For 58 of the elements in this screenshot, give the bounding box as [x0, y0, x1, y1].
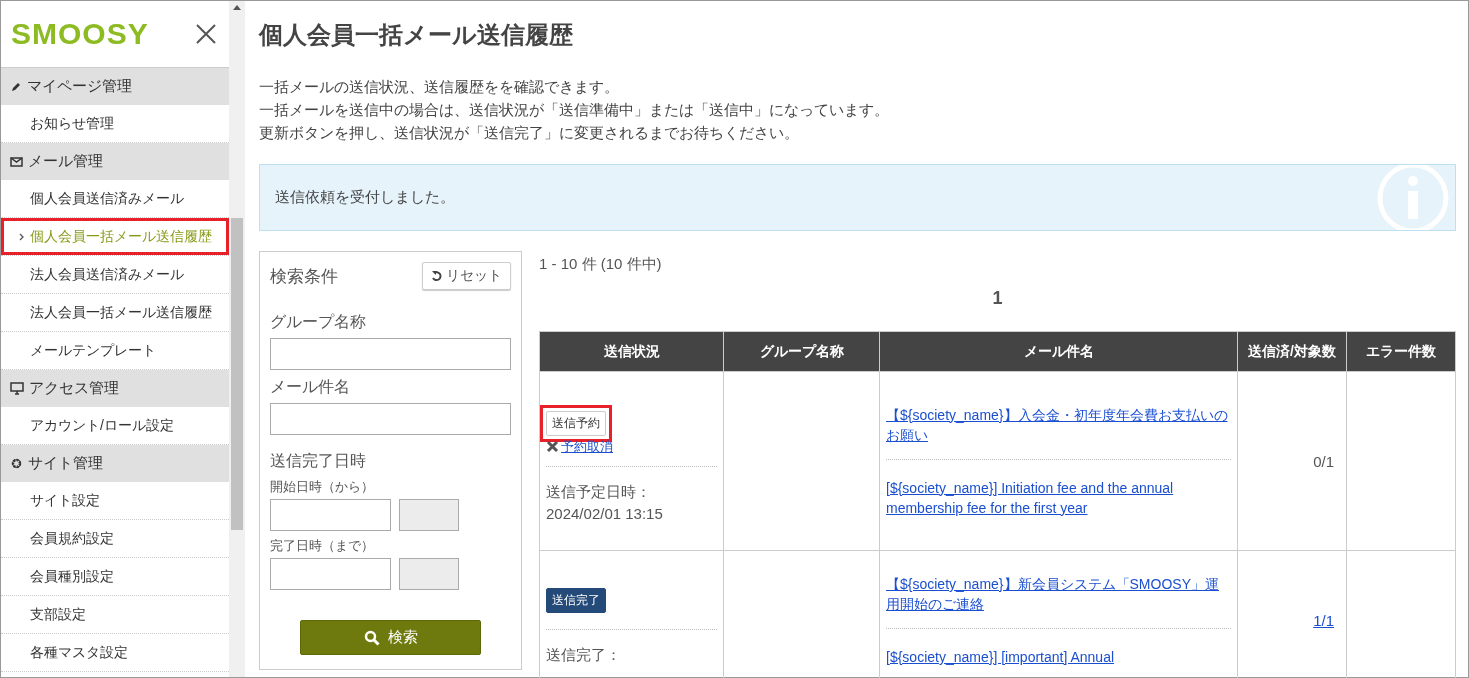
field-label: 完了日時（まで）	[270, 537, 375, 555]
subject-link[interactable]: 【${society_name}】新会員システム「SMOOSY」運用開始のご連絡	[886, 574, 1231, 614]
field-label: 開始日時（から）	[270, 478, 375, 496]
close-icon[interactable]	[195, 23, 217, 45]
column-header: グループ名称	[723, 331, 880, 372]
time-field[interactable]	[399, 558, 459, 590]
section-label: メール管理	[28, 152, 103, 171]
sidebar-section-header[interactable]: メール管理	[1, 143, 229, 180]
field-label: 送信完了日時	[270, 451, 367, 471]
sidebar-section-header[interactable]: マイページ管理	[1, 68, 229, 105]
scrollbar[interactable]	[229, 1, 245, 677]
column-header: エラー件数	[1346, 331, 1456, 372]
field-label: メール件名	[270, 377, 351, 397]
sent-count: 0/1	[1313, 452, 1334, 470]
sidebar-section-header[interactable]: アクセス管理	[1, 370, 229, 407]
reset-button[interactable]: リセット	[422, 262, 511, 290]
date-field[interactable]	[270, 558, 391, 590]
time-field[interactable]	[399, 499, 459, 531]
page-title: 個人会員一括メール送信履歴	[259, 20, 574, 50]
page-link[interactable]: 1	[992, 288, 1003, 309]
subject-link[interactable]: 【${society_name}】入会金・初年度年会費お支払いのお願い	[886, 404, 1231, 445]
date-label: 送信予定日時：	[546, 482, 652, 503]
input-field[interactable]	[270, 403, 511, 435]
logo: SMOOSY	[11, 17, 149, 51]
scroll-up-icon[interactable]	[233, 5, 241, 10]
search-icon	[363, 629, 380, 646]
column-header: 送信済/対象数	[1237, 331, 1347, 372]
column-header: メール件名	[879, 331, 1238, 372]
section-label: マイページ管理	[27, 77, 132, 96]
cancel-link[interactable]: 予約取消	[546, 437, 613, 456]
notice-text: 送信依頼を受付しました。	[275, 188, 455, 207]
panel-title: 検索条件	[270, 265, 338, 288]
description-text: 更新ボタンを押し、送信状況が「送信完了」に変更されるまでお待ちください。	[259, 123, 800, 143]
chevron-right-icon	[19, 232, 24, 241]
result-count: 1 - 10 件 (10 件中)	[539, 255, 663, 274]
status-badge: 送信完了	[546, 587, 606, 613]
date-text: 2024/02/01 13:15	[546, 504, 664, 525]
sidebar-section-header[interactable]: サイト管理	[1, 445, 229, 482]
close-icon	[546, 440, 559, 454]
envelope-icon	[10, 156, 23, 167]
input-field[interactable]	[270, 338, 511, 370]
subject-link[interactable]: [${society_name}] Initiation fee and the annual membership fee for the first year	[886, 477, 1231, 518]
section-label: アクセス管理	[29, 379, 119, 398]
pencil-icon	[10, 80, 22, 93]
monitor-icon	[10, 382, 24, 395]
description-text: 一括メールの送信状況、送信履歴をを確認できます。	[259, 77, 620, 97]
reset-icon	[431, 270, 443, 282]
column-header: 送信状況	[539, 331, 724, 372]
gear-icon	[10, 457, 23, 470]
search-button[interactable]: 検索	[300, 620, 481, 655]
status-badge: 送信予約	[546, 410, 606, 436]
description-text: 一括メールを送信中の場合は、送信状況が「送信準備中」または「送信中」になっています。	[259, 100, 890, 120]
field-label: グループ名称	[270, 312, 367, 332]
date-label: 送信完了：	[546, 644, 622, 665]
subject-link[interactable]: [${society_name}] [important] Annual	[886, 647, 1231, 667]
date-field[interactable]	[270, 499, 391, 531]
sent-count[interactable]: 1/1	[1313, 612, 1334, 629]
section-label: サイト管理	[28, 454, 103, 473]
